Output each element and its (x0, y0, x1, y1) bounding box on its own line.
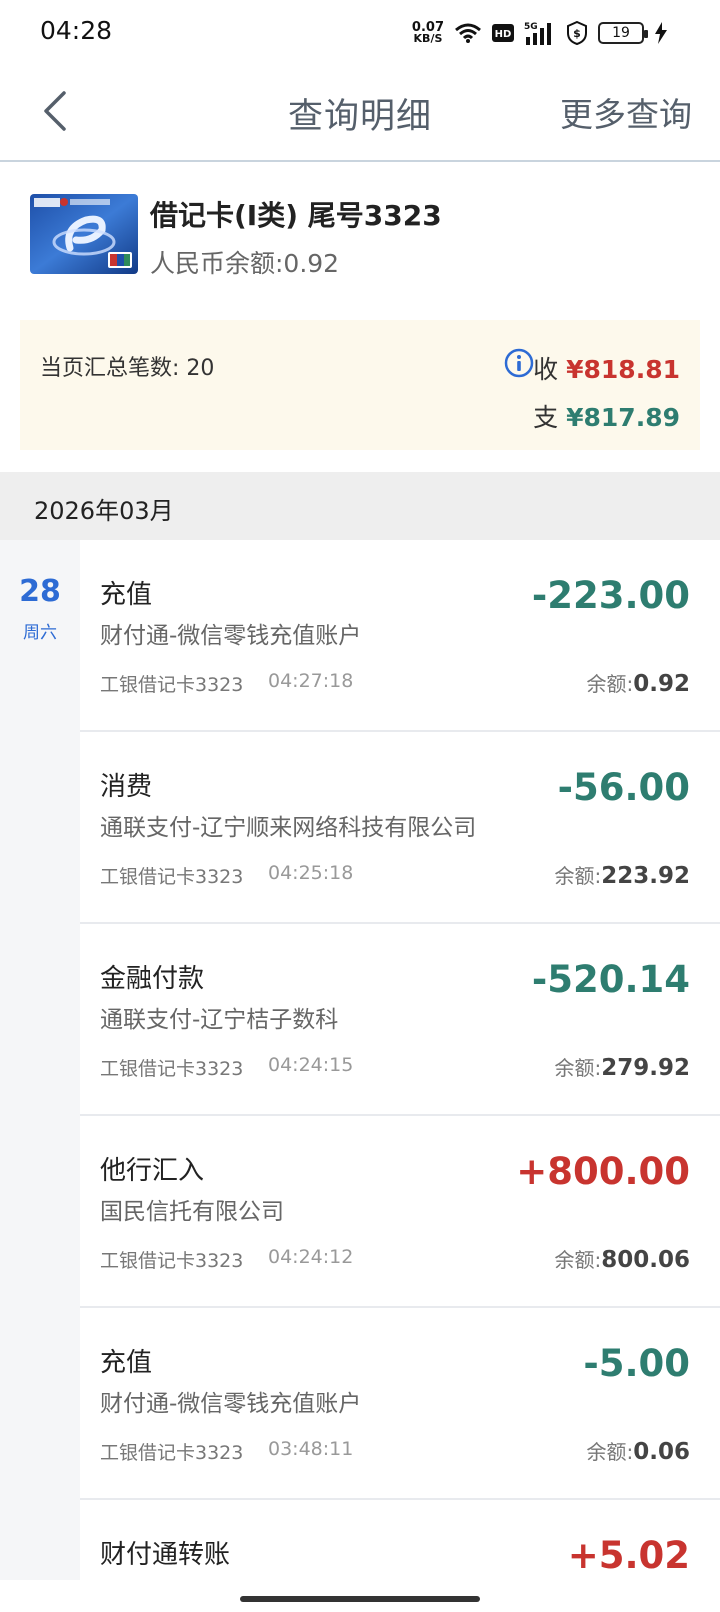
battery-level: 19 (612, 25, 630, 41)
balance-label: 余额: (554, 1248, 602, 1272)
transaction-time: 04:25:18 (268, 862, 354, 884)
date-weekday: 周六 (23, 623, 57, 643)
page-summary: 当页汇总笔数: 20 收 ¥818.81 支 ¥817.89 (20, 320, 700, 450)
transaction-row[interactable]: 充值 财付通-微信零钱充值账户 工银借记卡3323 04:27:18 -223.… (80, 540, 720, 732)
summary-count: 当页汇总笔数: 20 (40, 356, 215, 381)
account-name: 借记卡(I类) 尾号3323 (150, 199, 442, 232)
transaction-amount: +800.00 (516, 1150, 690, 1193)
charging-icon (655, 22, 667, 44)
battery-icon: 19 (598, 22, 648, 44)
transaction-time: 03:48:11 (268, 1438, 354, 1460)
transaction-row[interactable]: 金融付款 通联支付-辽宁桔子数科 工银借记卡3323 04:24:15 -520… (80, 924, 720, 1116)
5g-signal-icon: 5G (524, 22, 551, 45)
transaction-merchant: 通联支付-辽宁顺来网络科技有限公司 (100, 815, 477, 841)
transaction-amount: -520.14 (531, 958, 690, 1001)
transaction-merchant: 国民信托有限公司 (100, 1199, 284, 1225)
balance-label: 余额: (554, 864, 602, 888)
transaction-merchant: 通联支付-辽宁桔子数科 (100, 1007, 339, 1033)
summary-expense: 支 ¥817.89 (533, 398, 680, 434)
transaction-type: 财付通转账 (100, 1540, 231, 1570)
transaction-balance: 余额:800.06 (554, 1244, 690, 1273)
date-column: 28 周六 (0, 540, 80, 1580)
info-icon[interactable] (504, 348, 534, 378)
home-indicator[interactable] (240, 1596, 480, 1602)
balance-label: 余额: (554, 1056, 602, 1080)
transaction-amount: -56.00 (557, 766, 690, 809)
transaction-row[interactable]: 充值 财付通-微信零钱充值账户 工银借记卡3323 03:48:11 -5.00… (80, 1308, 720, 1500)
account-header: 借记卡(I类) 尾号3323 人民币余额:0.92 (0, 162, 720, 312)
icbc-debit-card-image (30, 194, 138, 274)
transaction-amount: -223.00 (531, 574, 690, 617)
svg-text:$: $ (573, 27, 581, 40)
hd-icon: HD (492, 24, 514, 42)
expense-amount: ¥817.89 (566, 403, 680, 432)
network-speed: 0.07 KB/S (412, 21, 444, 45)
transaction-row[interactable]: 消费 通联支付-辽宁顺来网络科技有限公司 工银借记卡3323 04:25:18 … (80, 732, 720, 924)
transaction-balance: 余额:223.92 (554, 860, 690, 889)
wifi-icon (455, 23, 481, 43)
transaction-type: 消费 (100, 772, 153, 802)
balance-label: 余额: (586, 672, 634, 696)
balance-value: 279.92 (601, 1055, 690, 1081)
transaction-type: 充值 (100, 1348, 153, 1378)
transaction-amount: +5.02 (567, 1534, 690, 1577)
date-day: 28 (19, 574, 61, 609)
transaction-merchant: 财付通-微信零钱充值账户 (100, 623, 362, 649)
nav-bar: 查询明细 更多查询 (0, 64, 720, 162)
account-balance: 人民币余额:0.92 (150, 249, 340, 278)
status-bar: 04:28 0.07 KB/S HD 5G $ 19 (0, 0, 720, 64)
balance-value: 0.06 (633, 1439, 690, 1465)
balance-value: 800.06 (601, 1247, 690, 1273)
expense-label: 支 (533, 403, 559, 432)
transaction-card: 工银借记卡3323 (100, 1058, 244, 1080)
svg-text:HD: HD (495, 29, 512, 40)
transaction-time: 04:24:12 (268, 1246, 354, 1268)
transaction-row[interactable]: 财付通转账 +5.02 (80, 1500, 720, 1600)
balance-value: 0.92 (633, 671, 690, 697)
transaction-amount: -5.00 (583, 1342, 690, 1385)
svg-text:5G: 5G (524, 22, 538, 32)
balance-value: 223.92 (601, 863, 690, 889)
income-label: 收 (533, 355, 559, 384)
income-amount: ¥818.81 (566, 355, 680, 384)
transaction-type: 充值 (100, 580, 153, 610)
transaction-row[interactable]: 他行汇入 国民信托有限公司 工银借记卡3323 04:24:12 +800.00… (80, 1116, 720, 1308)
transaction-list: 充值 财付通-微信零钱充值账户 工银借记卡3323 04:27:18 -223.… (80, 540, 720, 1600)
transaction-card: 工银借记卡3323 (100, 866, 244, 888)
summary-income: 收 ¥818.81 (533, 350, 680, 386)
transaction-type: 他行汇入 (100, 1156, 205, 1186)
transaction-card: 工银借记卡3323 (100, 1250, 244, 1272)
transaction-balance: 余额:279.92 (554, 1052, 690, 1081)
month-header: 2026年03月 (0, 472, 720, 540)
month-label: 2026年03月 (34, 497, 174, 525)
network-speed-unit: KB/S (413, 32, 443, 45)
transaction-time: 04:27:18 (268, 670, 354, 692)
transaction-type: 金融付款 (100, 964, 205, 994)
transaction-balance: 余额:0.06 (587, 1436, 691, 1465)
transaction-balance: 余额:0.92 (587, 668, 691, 697)
status-time: 04:28 (40, 16, 113, 45)
more-query-button[interactable]: 更多查询 (560, 88, 692, 136)
shield-dollar-icon: $ (567, 21, 587, 45)
balance-label: 余额: (586, 1440, 634, 1464)
status-icons: 0.07 KB/S HD 5G $ 19 (412, 18, 668, 48)
transaction-merchant: 财付通-微信零钱充值账户 (100, 1391, 362, 1417)
transaction-card: 工银借记卡3323 (100, 1442, 244, 1464)
transaction-time: 04:24:15 (268, 1054, 354, 1076)
transaction-card: 工银借记卡3323 (100, 674, 244, 696)
